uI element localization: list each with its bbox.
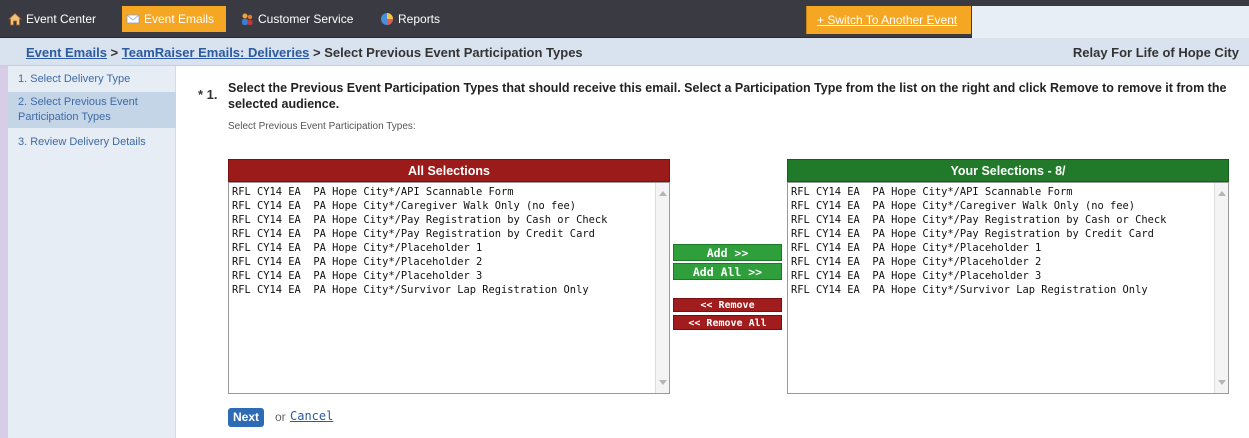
question-text: Select the Previous Event Participation …: [228, 81, 1227, 111]
list-item[interactable]: RFL CY14 EA PA Hope City*/Caregiver Walk…: [232, 199, 576, 213]
list-item[interactable]: RFL CY14 EA PA Hope City*/Pay Registrati…: [791, 227, 1154, 241]
add-all-button[interactable]: Add All >>: [673, 263, 782, 280]
or-text: or: [275, 410, 286, 424]
list-item[interactable]: RFL CY14 EA PA Hope City*/Placeholder 3: [232, 269, 482, 283]
breadcrumb-event-emails[interactable]: Event Emails: [26, 45, 107, 60]
breadcrumb-teamraiser-deliveries[interactable]: TeamRaiser Emails: Deliveries: [122, 45, 310, 60]
list-item[interactable]: RFL CY14 EA PA Hope City*/Survivor Lap R…: [791, 283, 1148, 297]
envelope-icon: [126, 14, 140, 24]
steps-sidebar: 1. Select Delivery Type 2. Select Previo…: [8, 66, 176, 438]
scrollbar[interactable]: [655, 183, 669, 393]
all-selections-listbox[interactable]: RFL CY14 EA PA Hope City*/API Scannable …: [228, 182, 670, 394]
all-selections-header: All Selections: [228, 159, 670, 182]
scroll-up-arrow-icon[interactable]: [1218, 191, 1226, 196]
breadcrumb: Event Emails > TeamRaiser Emails: Delive…: [26, 45, 583, 60]
add-button[interactable]: Add >>: [673, 244, 782, 261]
chart-icon: [381, 13, 393, 25]
scroll-up-arrow-icon[interactable]: [659, 191, 667, 196]
field-label: Select Previous Event Participation Type…: [228, 121, 416, 132]
list-item[interactable]: RFL CY14 EA PA Hope City*/API Scannable …: [791, 185, 1073, 199]
left-frame-accent: [0, 66, 8, 438]
step-select-participation-types[interactable]: 2. Select Previous Event Participation T…: [8, 92, 176, 128]
list-item[interactable]: RFL CY14 EA PA Hope City*/Pay Registrati…: [791, 213, 1166, 227]
list-item[interactable]: RFL CY14 EA PA Hope City*/Placeholder 2: [791, 255, 1041, 269]
nav-item-customer-service[interactable]: Customer Service: [236, 8, 366, 30]
scrollbar[interactable]: [1214, 183, 1228, 393]
nav-item-event-emails[interactable]: Event Emails: [122, 6, 226, 32]
required-question-marker: * 1.: [198, 87, 218, 102]
people-icon: [242, 13, 253, 25]
list-item[interactable]: RFL CY14 EA PA Hope City*/Placeholder 1: [232, 241, 482, 255]
breadcrumb-bar: Event Emails > TeamRaiser Emails: Delive…: [0, 38, 1249, 66]
topbar-right-panel: [972, 6, 1249, 38]
nav-item-event-center[interactable]: Event Center: [4, 8, 118, 30]
remove-button[interactable]: << Remove: [673, 298, 782, 312]
top-nav-bar: Event Center Event Emails Customer Servi…: [0, 0, 1249, 38]
list-item[interactable]: RFL CY14 EA PA Hope City*/Placeholder 3: [791, 269, 1041, 283]
event-name: Relay For Life of Hope City: [1072, 45, 1239, 60]
list-item[interactable]: RFL CY14 EA PA Hope City*/Caregiver Walk…: [791, 199, 1135, 213]
scroll-down-arrow-icon[interactable]: [659, 380, 667, 385]
step-review-delivery-details[interactable]: 3. Review Delivery Details: [8, 135, 176, 150]
list-item[interactable]: RFL CY14 EA PA Hope City*/Placeholder 1: [791, 241, 1041, 255]
step-select-delivery-type[interactable]: 1. Select Delivery Type: [8, 72, 176, 87]
switch-event-link[interactable]: + Switch To Another Event: [806, 6, 971, 34]
your-selections-header: Your Selections - 8/: [787, 159, 1229, 182]
breadcrumb-current: Select Previous Event Participation Type…: [324, 45, 583, 60]
your-selections-listbox[interactable]: RFL CY14 EA PA Hope City*/API Scannable …: [787, 182, 1229, 394]
nav-item-reports[interactable]: Reports: [376, 8, 446, 30]
next-button[interactable]: Next: [228, 408, 264, 427]
scroll-down-arrow-icon[interactable]: [1218, 380, 1226, 385]
list-item[interactable]: RFL CY14 EA PA Hope City*/Survivor Lap R…: [232, 283, 589, 297]
list-item[interactable]: RFL CY14 EA PA Hope City*/Pay Registrati…: [232, 227, 595, 241]
list-item[interactable]: RFL CY14 EA PA Hope City*/Pay Registrati…: [232, 213, 607, 227]
house-icon: [8, 12, 22, 26]
list-item[interactable]: RFL CY14 EA PA Hope City*/API Scannable …: [232, 185, 514, 199]
list-item[interactable]: RFL CY14 EA PA Hope City*/Placeholder 2: [232, 255, 482, 269]
remove-all-button[interactable]: << Remove All: [673, 315, 782, 330]
cancel-link[interactable]: Cancel: [290, 409, 333, 423]
